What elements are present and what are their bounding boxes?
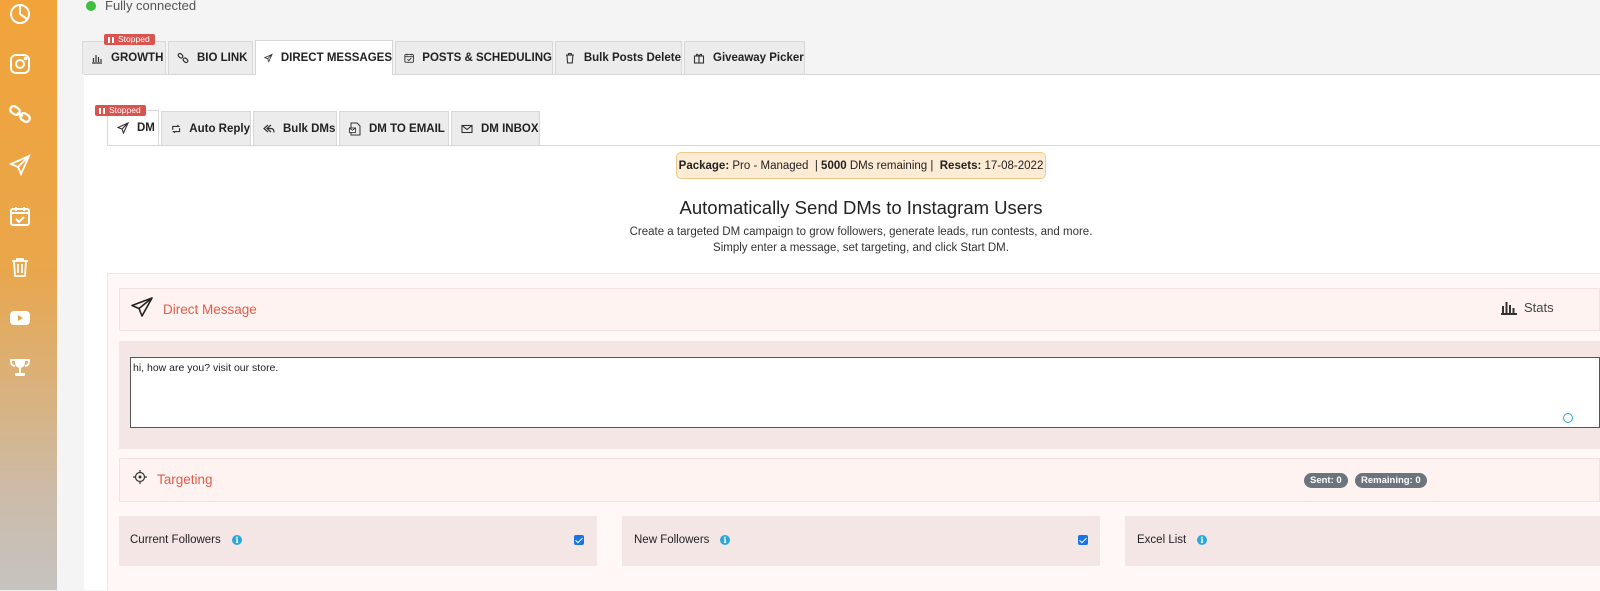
direct-message-header	[119, 288, 1600, 331]
status-dot	[86, 0, 96, 11]
stats-button[interactable]: Stats	[1500, 300, 1554, 315]
trash-icon	[565, 53, 574, 64]
link-icon[interactable]	[8, 102, 32, 126]
package-info: Package: Pro - Managed | 5000 DMs remain…	[676, 152, 1046, 179]
tab-giveaway-picker[interactable]: Giveaway Picker	[684, 41, 805, 74]
send-icon	[117, 122, 129, 134]
package-value: Pro - Managed	[732, 159, 809, 172]
tab-posts-scheduling[interactable]: POSTS & SCHEDULING	[395, 41, 553, 74]
subtab-auto-reply[interactable]: Auto Reply	[161, 111, 251, 145]
help-icon[interactable]	[1563, 413, 1573, 423]
gift-icon	[693, 53, 705, 64]
separator: |	[814, 159, 818, 172]
tab-label: POSTS & SCHEDULING	[422, 52, 552, 64]
subtab-bulk-dms[interactable]: Bulk DMs	[253, 111, 337, 145]
description-line-2: Simply enter a message, set targeting, a…	[713, 242, 1009, 254]
option-label: New Followers	[634, 534, 710, 546]
tab-bulk-posts-delete[interactable]: Bulk Posts Delete	[555, 41, 682, 74]
link-icon	[177, 52, 189, 64]
send-icon	[264, 53, 273, 63]
subtab-dm-inbox[interactable]: DM INBOX	[451, 111, 540, 145]
subtab-divider	[107, 145, 1600, 146]
dms-remaining-text: DMs remaining |	[849, 159, 934, 172]
new-followers-checkbox[interactable]	[1078, 535, 1088, 545]
tab-label: DIRECT MESSAGES	[280, 52, 392, 64]
option-label: Excel List	[1137, 534, 1187, 546]
info-icon[interactable]: i	[1197, 535, 1207, 545]
subtab-label: DM	[137, 122, 155, 134]
trophy-icon[interactable]	[8, 356, 32, 380]
badge-label: Stopped	[118, 34, 150, 44]
subtab-label: Auto Reply	[189, 122, 250, 135]
retweet-icon	[172, 124, 181, 133]
envelope-icon	[461, 124, 473, 133]
resets-label: Resets:	[939, 159, 982, 172]
tab-bio-link[interactable]: BIO LINK	[168, 41, 253, 74]
bar-chart-icon	[92, 55, 102, 64]
badge-label: Stopped	[109, 105, 141, 115]
status-text: Fully connected	[105, 0, 197, 13]
package-label: Package:	[678, 159, 730, 172]
option-label: Current Followers	[130, 534, 221, 546]
dms-remaining-count: 5000	[821, 159, 847, 172]
description-line-1: Create a targeted DM campaign to grow fo…	[629, 226, 1093, 238]
tab-label: BIO LINK	[197, 52, 248, 64]
pause-icon	[108, 36, 114, 43]
subtab-dm-to-email[interactable]: DM TO EMAIL	[339, 111, 449, 145]
send-icon[interactable]	[8, 153, 32, 177]
bar-chart-icon	[1501, 302, 1517, 315]
dm-stopped-badge: Stopped	[95, 105, 146, 116]
stats-label: Stats	[1524, 300, 1554, 315]
connection-status: Fully connected	[86, 0, 196, 13]
info-icon[interactable]: i	[720, 535, 730, 545]
send-icon	[131, 297, 153, 317]
pause-icon	[99, 107, 105, 114]
youtube-icon[interactable]	[8, 306, 32, 330]
subtab-label: DM INBOX	[481, 122, 539, 135]
remaining-badge: Remaining: 0	[1355, 473, 1427, 488]
trash-icon[interactable]	[8, 255, 32, 279]
targeting-title: Targeting	[157, 472, 213, 487]
reply-all-icon	[263, 124, 275, 133]
message-input[interactable]: hi, how are you? visit our store.	[130, 357, 1600, 428]
growth-stopped-badge: Stopped	[104, 34, 155, 45]
resets-value: 17-08-2022	[984, 159, 1044, 172]
tab-direct-messages[interactable]: DIRECT MESSAGES	[255, 40, 393, 75]
subtab-label: Bulk DMs	[283, 122, 336, 135]
tab-growth[interactable]: GROWTH	[82, 41, 166, 74]
current-followers-checkbox[interactable]	[574, 535, 584, 545]
page-title: Automatically Send DMs to Instagram User…	[679, 197, 1043, 218]
subtab-label: DM TO EMAIL	[369, 122, 445, 135]
crosshair-icon	[133, 470, 147, 484]
email-doc-icon	[349, 122, 361, 135]
tab-label: GROWTH	[111, 52, 164, 64]
sidebar	[0, 0, 57, 590]
tab-label: Giveaway Picker	[713, 52, 804, 64]
pie-chart-icon[interactable]	[8, 2, 32, 26]
calendar-check-icon	[404, 53, 414, 63]
direct-message-title: Direct Message	[163, 302, 257, 317]
instagram-icon[interactable]	[8, 52, 32, 76]
tab-label: Bulk Posts Delete	[583, 52, 681, 64]
info-icon[interactable]: i	[232, 535, 242, 545]
sent-badge: Sent: 0	[1304, 473, 1348, 488]
